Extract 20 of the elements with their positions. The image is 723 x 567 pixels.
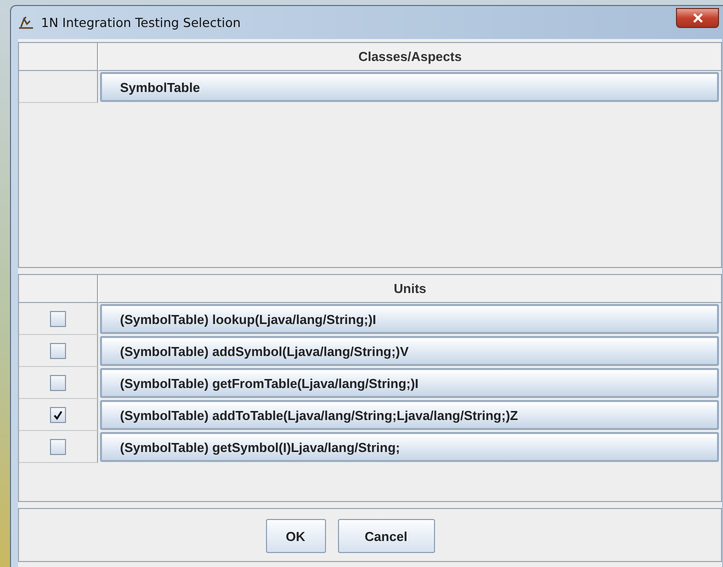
ok-button[interactable]: OK [266, 519, 326, 553]
window-title: 1N Integration Testing Selection [41, 15, 241, 30]
column-header: Units [98, 275, 721, 303]
cancel-button[interactable]: Cancel [338, 519, 434, 553]
close-button[interactable] [676, 8, 719, 28]
unit-item[interactable]: (SymbolTable) getFromTable(Ljava/lang/String;)I [100, 368, 719, 398]
column-header: Classes/Aspects [98, 43, 721, 71]
unit-item[interactable]: (SymbolTable) addSymbol(Ljava/lang/String;)V [100, 336, 719, 366]
checkbox[interactable] [50, 438, 66, 454]
app-icon [17, 16, 35, 30]
close-icon [692, 12, 704, 22]
unit-item[interactable]: (SymbolTable) lookup(Ljava/lang/String;)I [100, 304, 719, 334]
unit-item[interactable]: (SymbolTable) getSymbol(I)Ljava/lang/String; [100, 432, 719, 462]
checkbox[interactable] [50, 374, 66, 390]
unit-item[interactable]: (SymbolTable) addToTable(Ljava/lang/String;Ljava/lang/String;)Z [100, 400, 719, 430]
checkbox[interactable] [50, 310, 66, 326]
checkbox[interactable] [50, 342, 66, 358]
class-item[interactable]: SymbolTable [100, 72, 719, 102]
checkbox[interactable] [50, 406, 66, 422]
checkmark-icon [53, 410, 63, 420]
